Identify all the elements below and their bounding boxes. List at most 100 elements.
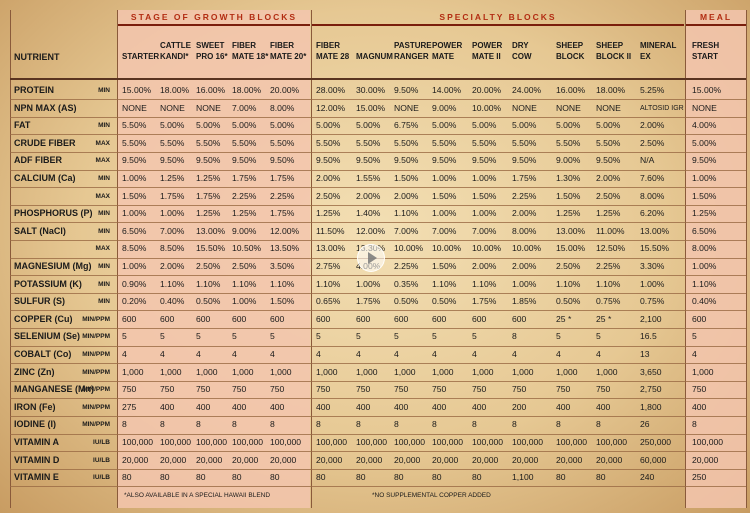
group-rule: [686, 24, 746, 26]
table-cell: 7.60%: [640, 173, 665, 183]
nutrient-name: VITAMIN E: [14, 472, 59, 483]
table-cell: 5.50%: [270, 137, 295, 148]
table-cell: 4: [556, 349, 561, 359]
table-cell: 12.00%: [316, 102, 346, 113]
table-cell: 600: [356, 313, 371, 324]
nutrient-unit: MIN: [98, 87, 110, 94]
table-cell: 20,000: [270, 454, 297, 465]
table-cell: 1.75%: [270, 173, 295, 183]
table-cell: 20.00%: [472, 85, 502, 95]
table-cell: 8: [556, 419, 561, 430]
table-cell: 5: [232, 331, 237, 342]
table-cell: 15.00%: [692, 85, 722, 95]
table-cell: 9.50%: [692, 155, 717, 166]
table-cell: 2.00%: [356, 190, 381, 201]
table-cell: 1.00%: [432, 173, 457, 183]
table-cell: 1.30%: [556, 173, 581, 183]
table-cell: 2.00%: [316, 173, 341, 183]
table-row: MAX 1.50% 1.75% 1.75% 2.25% 2.25% 2.50% 2.00% 2.…: [0, 188, 750, 205]
table-cell: 25 *: [556, 313, 572, 324]
table-cell: 4: [394, 349, 399, 359]
table-cell: 10.00%: [394, 243, 424, 254]
table-cell: 1.10%: [196, 278, 221, 289]
table-cell: 26: [640, 419, 650, 430]
table-cell: 1.50%: [556, 190, 581, 201]
table-cell: NONE: [196, 102, 221, 113]
table-cell: 5: [596, 331, 601, 342]
table-cell: 1.10%: [316, 278, 341, 289]
table-cell: 1.10%: [556, 278, 581, 289]
table-cell: 9.50%: [394, 85, 419, 95]
table-cell: 1.00%: [692, 261, 717, 271]
table-cell: 60,000: [640, 454, 667, 465]
table-row: COPPER (Cu) MIN/PPM 600 600 600 600 600 600 600 6…: [0, 311, 750, 328]
nutrient-unit: MAX: [95, 157, 110, 165]
table-cell: 1.40%: [356, 208, 381, 219]
table-cell: 5.25%: [640, 85, 665, 95]
table-cell: 8.00%: [270, 102, 295, 113]
group-meal: MEAL: [699, 12, 733, 22]
table-cell: 7.00%: [432, 225, 457, 236]
table-cell: 0.65%: [316, 296, 341, 307]
table-cell: 4: [472, 349, 477, 359]
table-cell: 8: [692, 419, 697, 430]
table-cell: 4: [512, 349, 517, 359]
table-cell: 20,000: [512, 454, 539, 465]
table-cell: 100,000: [356, 437, 388, 447]
table-cell: 13.00%: [640, 225, 670, 236]
table-cell: 0.40%: [160, 296, 185, 307]
table-cell: 1.75%: [356, 296, 381, 307]
table-cell: 4: [196, 349, 201, 359]
table-cell: 1,000: [432, 366, 454, 377]
table-cell: 5.50%: [596, 137, 621, 148]
nutrient-unit: MIN: [98, 280, 110, 288]
nutrient-name: PROTEIN: [14, 85, 55, 95]
table-cell: 10.00%: [472, 102, 502, 113]
table-cell: 1.00%: [160, 208, 185, 219]
table-cell: 250: [692, 472, 707, 483]
table-cell: 5.50%: [512, 137, 537, 148]
table-cell: 9.50%: [394, 155, 419, 166]
table-cell: 0.50%: [196, 296, 221, 307]
table-cell: 100,000: [232, 437, 264, 447]
table-cell: 28.00%: [316, 85, 346, 95]
table-row: SALT (NaCl) MIN 6.50% 7.00% 13.00% 9.00% 12.00…: [0, 223, 750, 240]
nutrient-unit: MAX: [95, 139, 110, 147]
table-cell: 2.25%: [512, 190, 537, 201]
table-cell: 100,000: [394, 437, 426, 447]
nutrient-name: ADF FIBER: [14, 155, 62, 166]
table-cell: 1.75%: [472, 296, 497, 307]
table-cell: 400: [270, 401, 285, 412]
table-cell: 7.00%: [232, 102, 257, 113]
table-cell: 200: [512, 401, 527, 412]
table-cell: 275: [122, 401, 137, 412]
table-cell: 13.00%: [556, 225, 586, 236]
table-cell: 9.00%: [556, 155, 581, 166]
table-cell: 1.00%: [472, 173, 497, 183]
table-row: POTASSIUM (K) MIN 0.90% 1.10% 1.10% 1.10% 1.10…: [0, 276, 750, 293]
nutrient-name: COBALT (Co): [14, 349, 72, 359]
play-icon[interactable]: [357, 244, 385, 272]
table-cell: 100,000: [432, 437, 464, 447]
table-cell: 80: [270, 472, 280, 483]
table-cell: 8: [356, 419, 361, 430]
table-cell: 8: [122, 419, 127, 430]
table-cell: 20,000: [356, 454, 383, 465]
table-cell: 2.25%: [270, 190, 295, 201]
nutrient-name: IODINE (I): [14, 419, 56, 430]
nutrient-unit: [68, 100, 110, 117]
table-cell: 5.50%: [122, 137, 147, 148]
table-cell: 10.00%: [512, 243, 542, 254]
column-header: CATTLE KANDI*: [160, 41, 191, 61]
nutrient-unit: MIN/PPM: [82, 315, 110, 323]
table-cell: 600: [270, 313, 285, 324]
table-cell: 80: [316, 472, 326, 483]
table-cell: 2.75%: [316, 261, 341, 271]
table-cell: 1,000: [556, 366, 578, 377]
table-cell: 2,750: [640, 384, 662, 395]
table-cell: 10.00%: [432, 243, 462, 254]
table-cell: 13.50%: [270, 243, 300, 254]
table-cell: 7.00%: [160, 225, 185, 236]
table-cell: 1,000: [122, 366, 144, 377]
table-cell: 25 *: [596, 313, 612, 324]
